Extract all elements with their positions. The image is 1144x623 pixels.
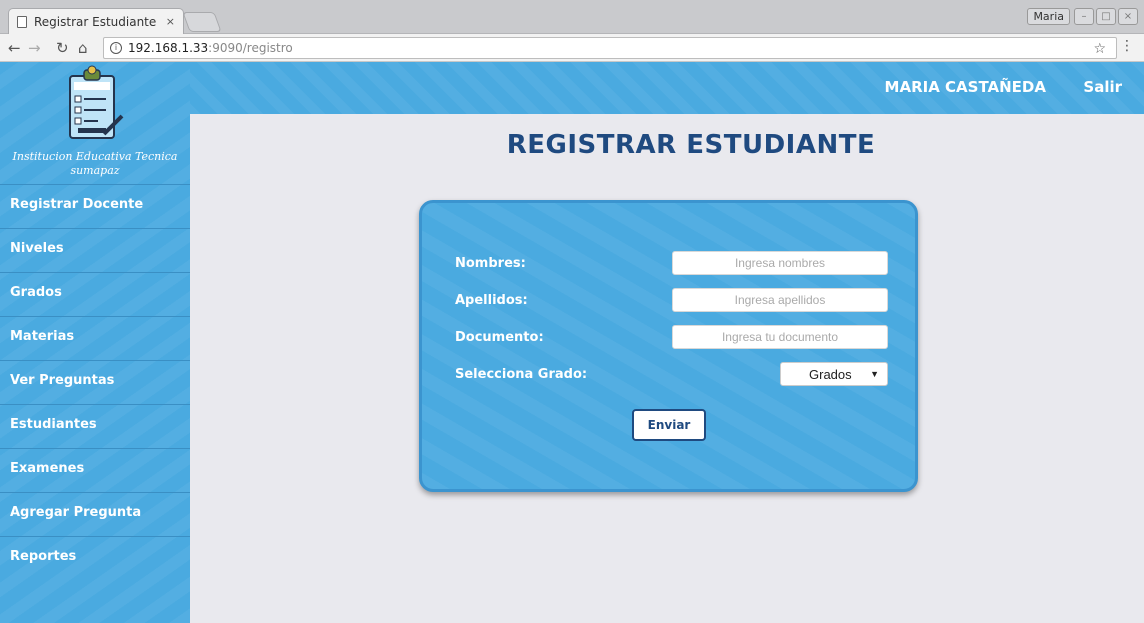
sidebar-nav: Registrar Docente Niveles Grados Materia… bbox=[0, 184, 190, 580]
school-name-line1: Institucion Educativa Tecnica bbox=[12, 150, 178, 163]
sidebar-item-agregar-pregunta[interactable]: Agregar Pregunta bbox=[0, 492, 190, 536]
school-name: Institucion Educativa Tecnica sumapaz bbox=[0, 150, 190, 178]
sidebar-item-examenes[interactable]: Examenes bbox=[0, 448, 190, 492]
grado-label: Selecciona Grado: bbox=[455, 366, 588, 382]
minimize-icon[interactable]: – bbox=[1074, 8, 1094, 25]
user-name: MARIA CASTAÑEDA bbox=[884, 78, 1046, 96]
submit-button[interactable]: Enviar bbox=[632, 409, 706, 441]
home-icon[interactable]: ⌂ bbox=[78, 39, 88, 57]
browser-tabbar: Registrar Estudiante × Maria – □ × bbox=[0, 0, 1144, 34]
chevron-down-icon: ▼ bbox=[870, 369, 879, 379]
new-tab-button[interactable] bbox=[182, 12, 222, 32]
nombres-row: Nombres: bbox=[455, 251, 888, 275]
url-host: 192.168.1.33 bbox=[128, 41, 209, 55]
grado-selected-value: Grados bbox=[809, 366, 852, 382]
tab-title: Registrar Estudiante bbox=[34, 14, 157, 29]
forward-icon[interactable]: → bbox=[28, 39, 41, 57]
page-title: REGISTRAR ESTUDIANTE bbox=[506, 130, 876, 160]
apellidos-label: Apellidos: bbox=[455, 292, 528, 308]
browser-toolbar: ← → ↻ ⌂ i 192.168.1.33:9090/registro ☆ ⋮ bbox=[0, 34, 1144, 62]
menu-icon[interactable]: ⋮ bbox=[1120, 38, 1134, 54]
school-name-line2: sumapaz bbox=[70, 164, 120, 177]
nombres-input[interactable] bbox=[672, 251, 888, 275]
apellidos-input[interactable] bbox=[672, 288, 888, 312]
sidebar-item-estudiantes[interactable]: Estudiantes bbox=[0, 404, 190, 448]
close-window-icon[interactable]: × bbox=[1118, 8, 1138, 25]
sidebar-item-ver-preguntas[interactable]: Ver Preguntas bbox=[0, 360, 190, 404]
reload-icon[interactable]: ↻ bbox=[56, 39, 69, 57]
page: MARIA CASTAÑEDA Salir Institucion Educat… bbox=[0, 62, 1144, 623]
sidebar-item-niveles[interactable]: Niveles bbox=[0, 228, 190, 272]
school-logo bbox=[69, 65, 124, 139]
nombres-label: Nombres: bbox=[455, 255, 526, 271]
student-form: Nombres: Apellidos: Documento: Seleccion… bbox=[419, 200, 918, 492]
logout-link[interactable]: Salir bbox=[1083, 78, 1122, 96]
maximize-icon[interactable]: □ bbox=[1096, 8, 1116, 25]
address-bar[interactable]: i 192.168.1.33:9090/registro ☆ bbox=[103, 37, 1117, 59]
bookmark-star-icon[interactable]: ☆ bbox=[1093, 41, 1106, 57]
close-tab-icon[interactable]: × bbox=[166, 15, 175, 28]
back-icon[interactable]: ← bbox=[8, 39, 21, 57]
sidebar: Institucion Educativa Tecnica sumapaz Re… bbox=[0, 62, 190, 623]
sidebar-item-reportes[interactable]: Reportes bbox=[0, 536, 190, 580]
documento-label: Documento: bbox=[455, 329, 544, 345]
info-icon[interactable]: i bbox=[110, 42, 122, 54]
sidebar-item-registrar-docente[interactable]: Registrar Docente bbox=[0, 184, 190, 228]
window-user-badge[interactable]: Maria bbox=[1027, 8, 1070, 25]
apellidos-row: Apellidos: bbox=[455, 288, 888, 312]
grado-select[interactable]: Grados ▼ bbox=[780, 362, 888, 386]
sidebar-item-grados[interactable]: Grados bbox=[0, 272, 190, 316]
window-controls: – □ × bbox=[1074, 8, 1138, 25]
grado-row: Selecciona Grado: Grados ▼ bbox=[455, 362, 888, 386]
url-path: :9090/registro bbox=[208, 41, 293, 55]
browser-tab[interactable]: Registrar Estudiante × bbox=[8, 8, 184, 34]
page-icon bbox=[17, 15, 27, 28]
documento-input[interactable] bbox=[672, 325, 888, 349]
sidebar-item-materias[interactable]: Materias bbox=[0, 316, 190, 360]
documento-row: Documento: bbox=[455, 325, 888, 349]
